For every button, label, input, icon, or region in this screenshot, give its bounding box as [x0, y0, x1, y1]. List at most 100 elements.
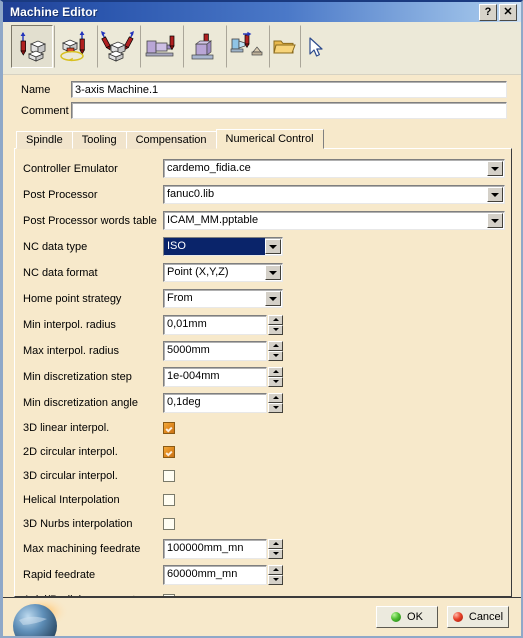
cancel-status-icon [452, 612, 463, 622]
3d-linear-interpol-checkbox[interactable] [163, 421, 175, 434]
tab-numerical-control[interactable]: Numerical Control [215, 129, 324, 149]
stepper-up-icon[interactable] [268, 564, 283, 575]
row-min-interpol-radius: Min interpol. radius 0,01mm [23, 313, 505, 336]
toolbar-item-3-axis-machine[interactable] [11, 25, 53, 68]
chevron-down-icon[interactable] [265, 291, 281, 306]
cancel-button[interactable]: Cancel [447, 606, 509, 628]
max-interpol-radius-value[interactable]: 5000mm [163, 340, 267, 361]
3d-nurbs-interpolation-label: 3D Nurbs interpolation [23, 517, 133, 530]
stepper-down-icon[interactable] [268, 376, 283, 387]
helical-interpolation-checkbox[interactable] [163, 493, 175, 506]
row-min-discretization-angle: Min discretization angle 0,1deg [23, 391, 505, 414]
comment-row: Comment [21, 102, 507, 119]
horizontal-lathe-icon [143, 30, 179, 64]
stepper-buttons [268, 564, 283, 585]
post-processor-words-table-label: Post Processor words table [23, 214, 157, 227]
row-nc-data-format: NC data format Point (X,Y,Z) [23, 261, 505, 284]
chevron-down-icon[interactable] [487, 213, 503, 228]
stepper-down-icon[interactable] [268, 574, 283, 585]
stepper-down-icon[interactable] [268, 548, 283, 559]
multi-slide-lathe-icon [228, 30, 266, 64]
chevron-down-icon[interactable] [265, 265, 281, 280]
2d-circular-interpol-checkbox[interactable] [163, 445, 175, 458]
ok-button[interactable]: OK [376, 606, 438, 628]
tab-compensation[interactable]: Compensation [125, 131, 217, 149]
2d-circular-interpol-label: 2D circular interpol. [23, 445, 118, 458]
post-processor-combo[interactable]: fanuc0.lib [163, 185, 505, 204]
row-rapid-feedrate: Rapid feedrate 60000mm_mn [23, 563, 505, 586]
min-discretization-step-stepper[interactable]: 1e-004mm [163, 366, 283, 387]
toolbar-item-open[interactable] [269, 25, 299, 68]
rapid-feedrate-value[interactable]: 60000mm_mn [163, 564, 267, 585]
stepper-up-icon[interactable] [268, 314, 283, 325]
toolbar-item-5-axis-machine[interactable] [97, 25, 139, 68]
min-interpol-radius-label: Min interpol. radius [23, 318, 116, 331]
name-input[interactable]: 3-axis Machine.1 [71, 81, 507, 98]
chevron-down-icon[interactable] [487, 187, 503, 202]
min-discretization-angle-stepper[interactable]: 0,1deg [163, 392, 283, 413]
stepper-buttons [268, 340, 283, 361]
nc-data-format-combo[interactable]: Point (X,Y,Z) [163, 263, 283, 282]
toolbar-item-vertical-lathe[interactable] [183, 25, 225, 68]
stepper-up-icon[interactable] [268, 366, 283, 377]
stepper-down-icon[interactable] [268, 350, 283, 361]
nc-data-format-label: NC data format [23, 266, 98, 279]
post-processor-words-table-combo[interactable]: ICAM_MM.pptable [163, 211, 505, 230]
stepper-up-icon[interactable] [268, 392, 283, 403]
rapid-feedrate-stepper[interactable]: 60000mm_mn [163, 564, 283, 585]
row-home-point-strategy: Home point strategy From [23, 287, 505, 310]
post-processor-label: Post Processor [23, 188, 98, 201]
controller-emulator-label: Controller Emulator [23, 162, 118, 175]
controller-emulator-value: cardemo_fidia.ce [167, 162, 251, 174]
nc-data-format-value: Point (X,Y,Z) [167, 266, 229, 278]
title-bar-buttons: ? ✕ [479, 3, 519, 21]
stepper-up-icon[interactable] [268, 340, 283, 351]
max-machining-feedrate-value[interactable]: 100000mm_mn [163, 538, 267, 559]
min-interpol-radius-stepper[interactable]: 0,01mm [163, 314, 283, 335]
row-max-interpol-radius: Max interpol. radius 5000mm [23, 339, 505, 362]
3d-circular-interpol-checkbox[interactable] [163, 469, 175, 482]
3d-nurbs-interpolation-checkbox[interactable] [163, 517, 175, 530]
toolbar-item-multi-slide-lathe[interactable] [226, 25, 268, 68]
min-discretization-angle-value[interactable]: 0,1deg [163, 392, 267, 413]
comment-label: Comment [21, 104, 69, 117]
tab-tooling[interactable]: Tooling [71, 131, 127, 149]
chevron-down-icon[interactable] [487, 161, 503, 176]
max-machining-feedrate-label: Max machining feedrate [23, 542, 141, 555]
home-point-strategy-combo[interactable]: From [163, 289, 283, 308]
home-point-strategy-label: Home point strategy [23, 292, 122, 305]
open-folder-icon [272, 36, 296, 58]
toolbar-item-horizontal-lathe[interactable] [140, 25, 182, 68]
pointer-icon [304, 35, 326, 59]
tab-spindle[interactable]: Spindle [16, 131, 73, 149]
cancel-button-label: Cancel [468, 611, 504, 623]
close-button[interactable]: ✕ [499, 3, 517, 21]
comment-input[interactable] [71, 102, 507, 119]
stepper-up-icon[interactable] [268, 538, 283, 549]
help-button[interactable]: ? [479, 3, 497, 21]
row-max-machining-feedrate: Max machining feedrate 100000mm_mn [23, 537, 505, 560]
chevron-down-icon[interactable] [265, 239, 281, 254]
max-interpol-radius-stepper[interactable]: 5000mm [163, 340, 283, 361]
stepper-down-icon[interactable] [268, 324, 283, 335]
min-discretization-step-value[interactable]: 1e-004mm [163, 366, 267, 387]
toolbar-item-pointer[interactable] [300, 25, 330, 68]
nc-data-type-label: NC data type [23, 240, 88, 253]
rapid-feedrate-label: Rapid feedrate [23, 568, 96, 581]
row-post-processor-words-table: Post Processor words table ICAM_MM.pptab… [23, 209, 505, 232]
controller-emulator-combo[interactable]: cardemo_fidia.ce [163, 159, 505, 178]
stepper-buttons [268, 392, 283, 413]
min-interpol-radius-value[interactable]: 0,01mm [163, 314, 267, 335]
stepper-down-icon[interactable] [268, 402, 283, 413]
max-machining-feedrate-stepper[interactable]: 100000mm_mn [163, 538, 283, 559]
row-2d-circular-interpol: 2D circular interpol. [23, 441, 505, 462]
3-axis-with-rotary-table-icon [57, 29, 93, 65]
ok-button-label: OK [407, 611, 423, 623]
machine-editor-dialog: Machine Editor ? ✕ Name 3-axis Machine.1… [0, 0, 523, 638]
post-processor-value: fanuc0.lib [167, 188, 215, 200]
nc-data-type-value: ISO [164, 238, 265, 255]
5-axis-machine-icon [99, 29, 137, 65]
nc-data-type-combo[interactable]: ISO [163, 237, 283, 256]
toolbar-item-3-axis-rotary-table[interactable] [54, 25, 96, 68]
row-post-processor: Post Processor fanuc0.lib [23, 183, 505, 206]
